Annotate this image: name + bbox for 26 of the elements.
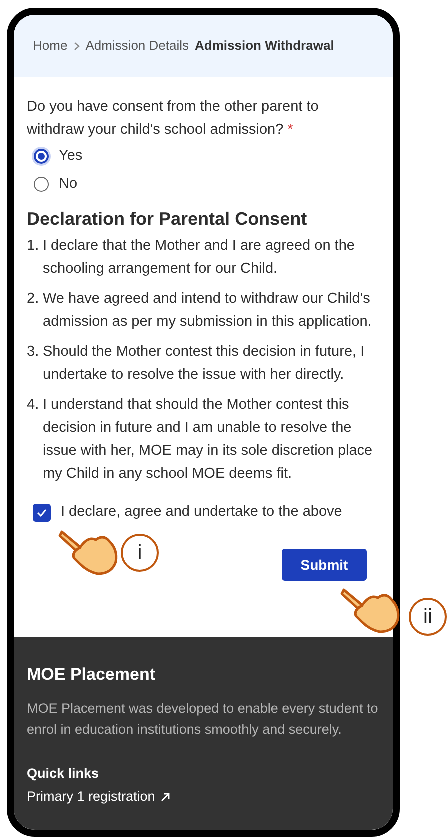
list-number: 2. <box>27 290 40 309</box>
declaration-title: Declaration for Parental Consent <box>27 208 308 231</box>
checkmark-icon <box>37 508 47 516</box>
radio-button[interactable] <box>34 177 49 192</box>
breadcrumb-link[interactable]: Home <box>33 36 68 56</box>
declaration-text: Should the Mother contest this decision in future, I undertake to resolve the issue with her directly. <box>43 343 366 385</box>
footer-title: MOE Placement <box>27 664 156 686</box>
submit-button[interactable]: Submit <box>282 549 367 581</box>
external-link-icon <box>161 792 170 802</box>
checkbox[interactable] <box>33 504 51 522</box>
list-number: 4. <box>27 396 40 415</box>
quick-links-title: Quick links <box>27 765 100 783</box>
list-number: 1. <box>27 237 40 256</box>
radio-option[interactable]: Yes <box>34 145 373 168</box>
declaration-checkbox[interactable]: I declare, agree and undertake to the above <box>27 501 373 524</box>
footer-description: MOE Placement was developed to enable every student to enrol in education institutions smoothly and securely. <box>27 700 380 739</box>
radio-button[interactable] <box>34 149 49 164</box>
footer-link[interactable]: Primary 1 registration <box>27 788 380 806</box>
declaration-text: I understand that should the Mother contest this decision in future and I am unable to resolve the issue with her, MOE may in its sole discretion place my Child in any school MOE deems fit. <box>43 396 373 484</box>
declaration-text: I declare that the Mother and I are agreed on the schooling arrangement for our Child. <box>43 237 356 279</box>
breadcrumb-link[interactable]: Admission Details <box>86 36 190 56</box>
breadcrumb-link[interactable]: Admission Withdrawal <box>195 36 334 56</box>
radio-option[interactable]: No <box>34 173 373 196</box>
declaration-text: We have agreed and intend to withdraw our Child's admission as per my submission in this application. <box>43 290 373 332</box>
question-text: Do you have consent from the other parent to withdraw your child's school admission? * <box>27 98 320 140</box>
list-number: 3. <box>27 343 40 362</box>
